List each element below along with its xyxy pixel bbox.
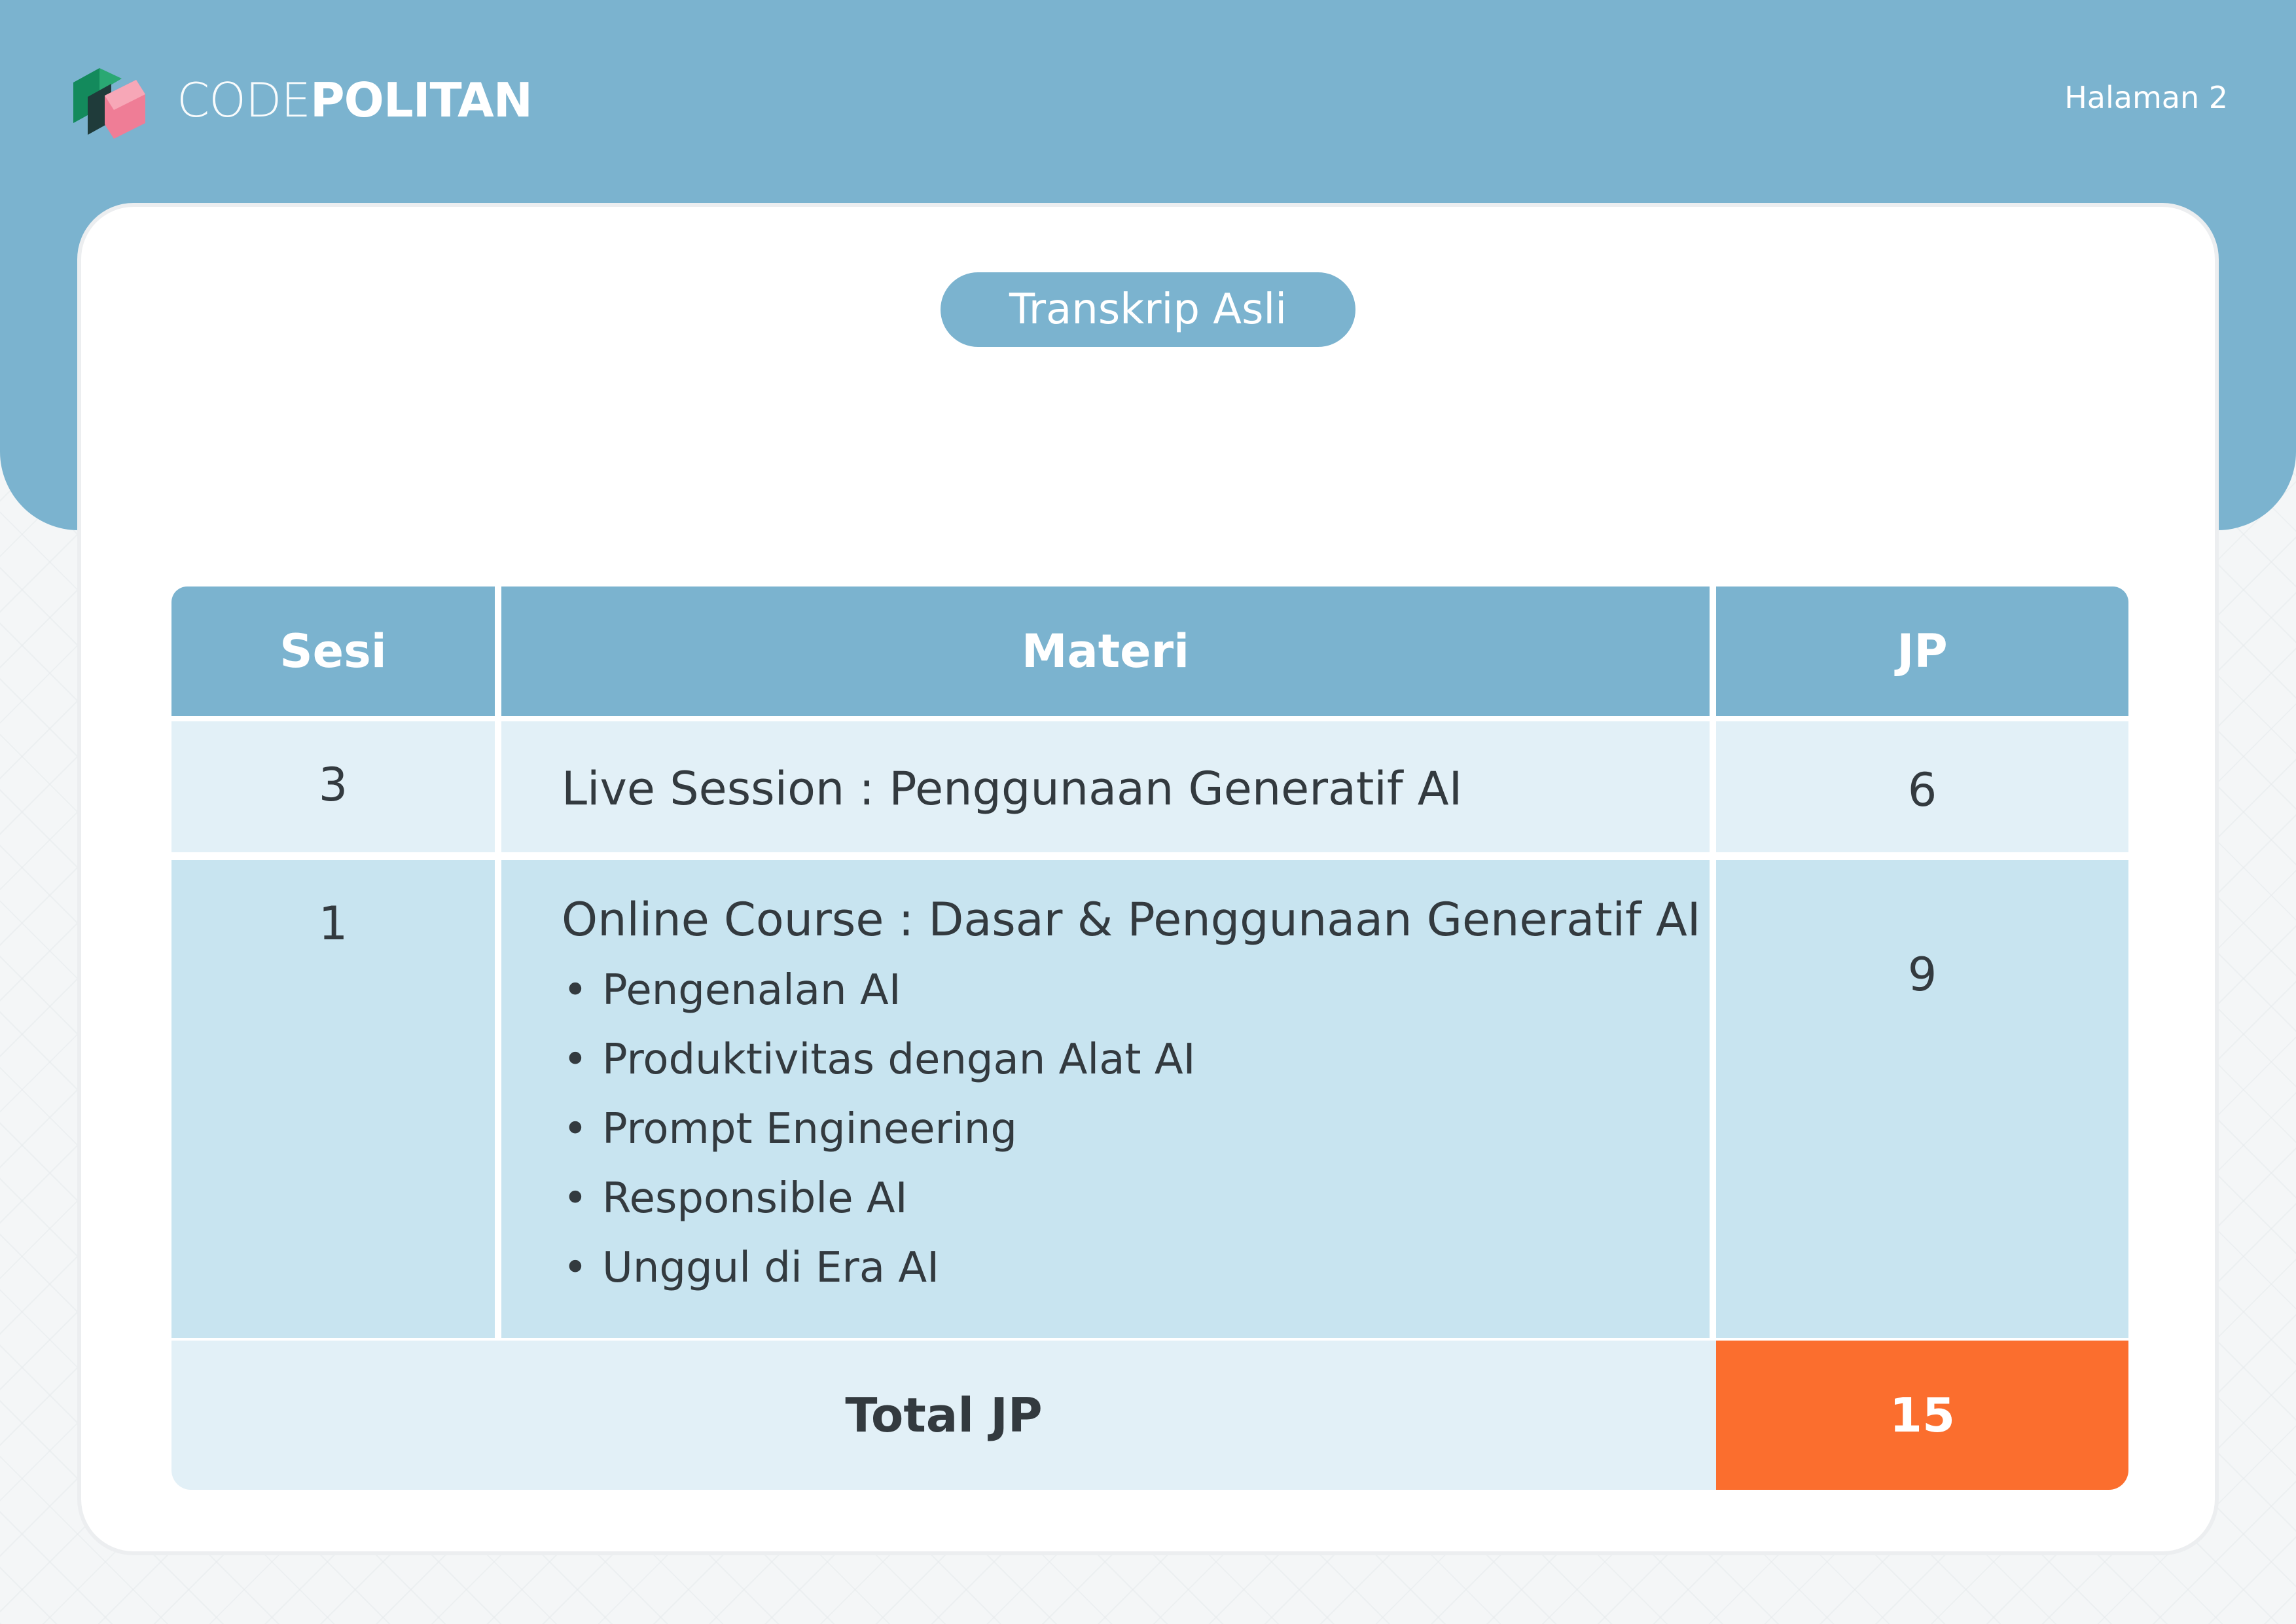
list-item: Prompt Engineering bbox=[562, 1094, 1710, 1164]
list-item: Produktivitas dengan Alat AI bbox=[562, 1025, 1710, 1094]
total-value: 15 bbox=[1716, 1341, 2128, 1490]
list-item: Responsible AI bbox=[562, 1164, 1710, 1233]
total-label: Total JP bbox=[171, 1341, 1716, 1490]
brand-wordmark: CODEPOLITAN bbox=[177, 73, 533, 128]
brand-logo: CODEPOLITAN bbox=[68, 58, 533, 143]
row1-jp: 6 bbox=[1716, 721, 2128, 852]
row1-session: 3 bbox=[171, 721, 495, 852]
list-item: Unggul di Era AI bbox=[562, 1233, 1710, 1303]
topic-list: Pengenalan AI Produktivitas dengan Alat … bbox=[562, 956, 1710, 1303]
row2-title: Online Course : Dasar & Penggunaan Gener… bbox=[562, 893, 1701, 947]
header-session: Sesi bbox=[171, 586, 495, 716]
row2-jp: 9 bbox=[1716, 860, 2128, 1338]
header-jp: JP bbox=[1716, 586, 2128, 716]
row1-title: Live Session : Penggunaan Generatif AI bbox=[562, 762, 1463, 816]
list-item: Pengenalan AI bbox=[562, 956, 1710, 1025]
row2-material: Online Course : Dasar & Penggunaan Gener… bbox=[501, 860, 1710, 1338]
row1-material: Live Session : Penggunaan Generatif AI bbox=[501, 721, 1710, 852]
brand-name-bold: POLITAN bbox=[310, 73, 533, 128]
brand-name-light: CODE bbox=[177, 73, 311, 128]
codepolitan-cube-logo-icon bbox=[73, 68, 145, 139]
transcript-table: Sesi Materi JP 3 Live Session : Pengguna… bbox=[171, 586, 2128, 1490]
page-number: Halaman 2 bbox=[2064, 80, 2228, 115]
section-title-pill: Transkrip Asli bbox=[941, 272, 1355, 347]
row2-session: 1 bbox=[171, 860, 495, 1338]
header-material: Materi bbox=[501, 586, 1710, 716]
